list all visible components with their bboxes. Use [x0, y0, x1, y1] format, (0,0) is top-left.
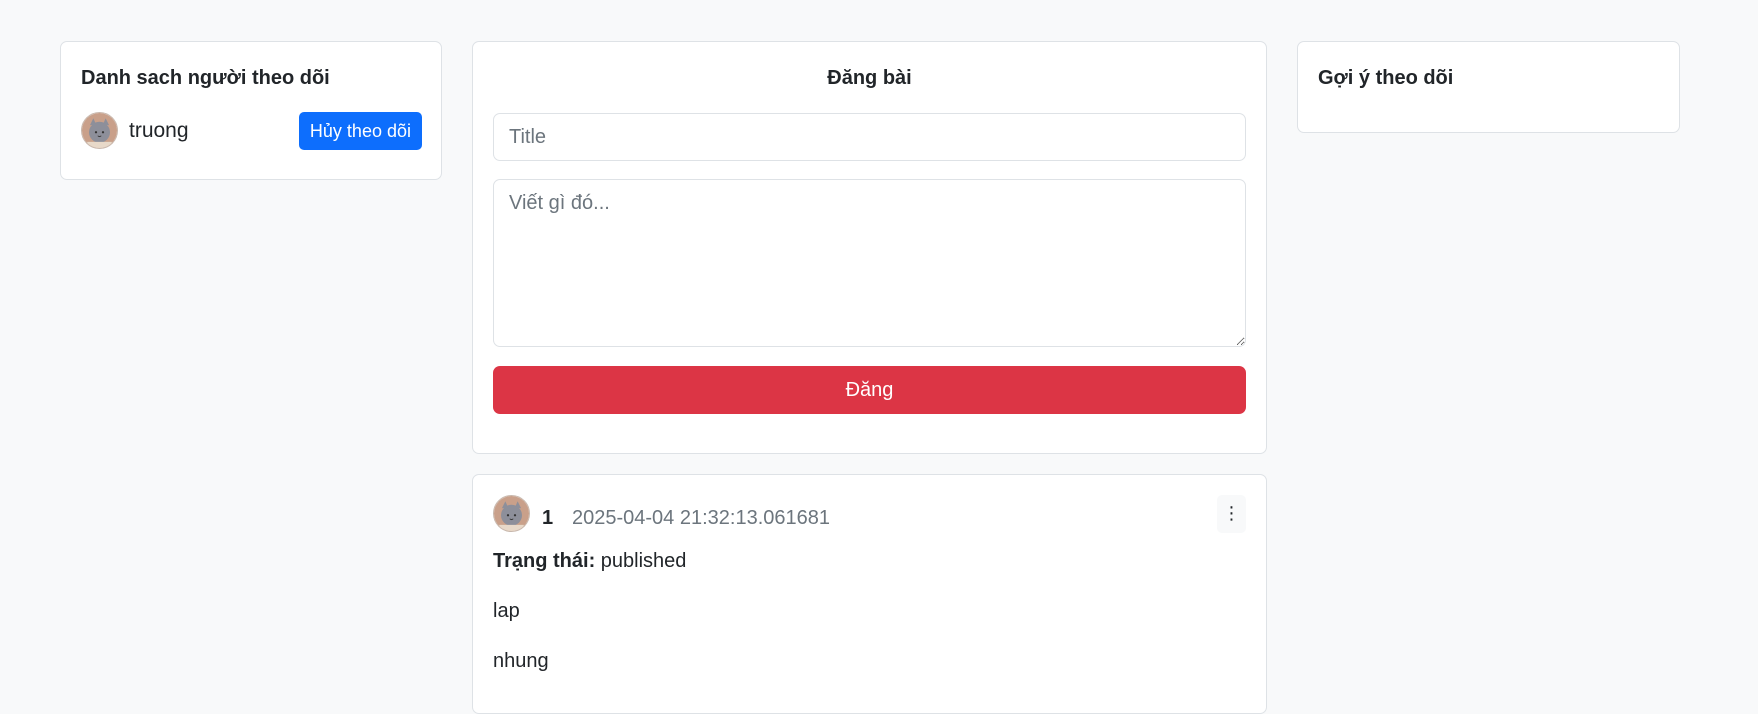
cat-avatar-icon — [494, 496, 529, 531]
post-body-textarea[interactable] — [493, 179, 1246, 347]
post-title: lap — [493, 600, 520, 622]
unfollow-button[interactable]: Hủy theo dõi — [298, 112, 422, 150]
post-status: Trạng thái: published — [493, 549, 686, 573]
composer-title: Đăng bài — [827, 67, 912, 89]
suggestions-title: Gợi ý theo dõi — [1318, 67, 1454, 89]
avatar[interactable] — [81, 112, 118, 149]
following-card: Danh sach người theo dõi truong Hủy theo… — [60, 41, 442, 180]
post-timestamp: 2025-04-04 21:32:13.061681 — [572, 507, 831, 529]
suggestions-card: Gợi ý theo dõi — [1297, 41, 1680, 133]
post-author[interactable]: 1 — [542, 506, 553, 530]
submit-post-button[interactable]: Đăng — [493, 366, 1246, 414]
post-title-input[interactable] — [493, 113, 1246, 161]
more-options-icon[interactable]: ⋮ — [1217, 495, 1246, 533]
post-card: 1 2025-04-04 21:32:13.061681 ⋮ Trạng thá… — [472, 474, 1267, 714]
following-list-item: truong Hủy theo dõi — [81, 111, 422, 151]
follower-name[interactable]: truong — [129, 119, 189, 143]
status-value: published — [600, 550, 687, 572]
cat-avatar-icon — [82, 113, 117, 148]
following-title: Danh sach người theo dõi — [81, 67, 330, 89]
post-content: nhung — [493, 650, 549, 672]
composer-card: Đăng bài Đăng — [472, 41, 1267, 454]
status-label: Trạng thái: — [493, 550, 596, 572]
avatar[interactable] — [493, 495, 530, 532]
